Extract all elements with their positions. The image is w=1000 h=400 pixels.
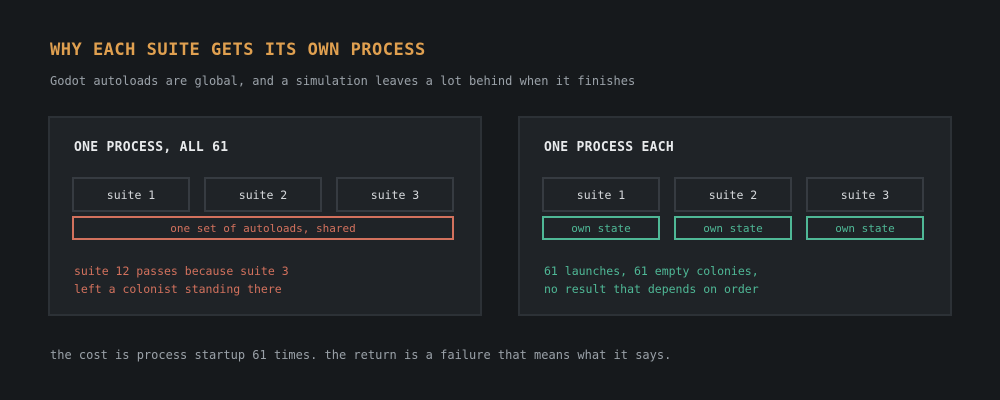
page-subtitle: Godot autoloads are global, and a simula… (50, 74, 636, 88)
panel-title-right: ONE PROCESS EACH (544, 140, 675, 155)
own-state-box-2: own state (674, 216, 792, 240)
panel-one-process-all: ONE PROCESS, ALL 61 suite 1 suite 2 suit… (48, 116, 482, 316)
right-note-line-1: 61 launches, 61 empty colonies, (544, 264, 759, 278)
left-note: suite 12 passes because suite 3 left a c… (74, 262, 289, 298)
left-note-line-2: left a colonist standing there (74, 282, 282, 296)
left-suite-2-box: suite 2 (204, 177, 322, 212)
own-state-box-3: own state (806, 216, 924, 240)
left-suite-3-box: suite 3 (336, 177, 454, 212)
right-note: 61 launches, 61 empty colonies, no resul… (544, 262, 759, 298)
right-suite-3-box: suite 3 (806, 177, 924, 212)
left-suite-1-box: suite 1 (72, 177, 190, 212)
right-suite-2-box: suite 2 (674, 177, 792, 212)
panel-one-process-each: ONE PROCESS EACH suite 1 suite 2 suite 3… (518, 116, 952, 316)
left-note-line-1: suite 12 passes because suite 3 (74, 264, 289, 278)
shared-autoloads-bar: one set of autoloads, shared (72, 216, 454, 240)
right-suite-1-box: suite 1 (542, 177, 660, 212)
right-note-line-2: no result that depends on order (544, 282, 759, 296)
footer-note: the cost is process startup 61 times. th… (50, 348, 672, 362)
own-state-box-1: own state (542, 216, 660, 240)
page-title: WHY EACH SUITE GETS ITS OWN PROCESS (50, 40, 426, 60)
panel-title-left: ONE PROCESS, ALL 61 (74, 140, 229, 155)
